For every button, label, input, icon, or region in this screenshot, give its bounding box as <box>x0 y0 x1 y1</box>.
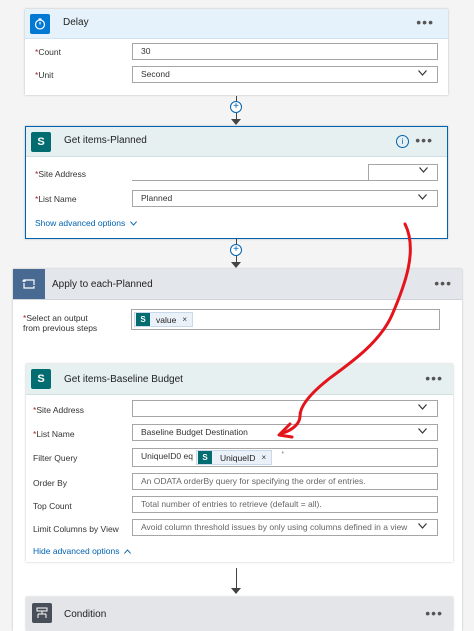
chevron-down-icon <box>418 70 427 76</box>
limit-columns-label: Limit Columns by View <box>33 524 119 534</box>
site-address-select[interactable] <box>132 164 438 181</box>
get-items-planned-card: S Get items-Planned i ••• *Site Address … <box>25 126 448 239</box>
filter-query-suffix: ' <box>282 450 284 460</box>
more-options-icon[interactable]: ••• <box>425 370 443 386</box>
top-count-label: Top Count <box>33 501 72 511</box>
chevron-down-icon <box>418 194 427 200</box>
get-items-planned-header[interactable]: S Get items-Planned i ••• <box>26 127 447 157</box>
condition-card: Condition ••• <box>26 597 453 631</box>
delay-header[interactable]: Delay ••• <box>25 9 448 39</box>
delay-card: Delay ••• *Count 30 *Unit Second <box>25 9 448 95</box>
loop-icon <box>13 269 45 299</box>
sharepoint-icon: S <box>136 313 150 326</box>
hide-advanced-options-link[interactable]: Hide advanced options <box>33 546 131 556</box>
more-options-icon[interactable]: ••• <box>434 275 452 291</box>
select-output-label: *Select an output from previous steps <box>23 313 98 333</box>
get-items-baseline-header[interactable]: S Get items-Baseline Budget ••• <box>26 364 453 395</box>
chevron-down-icon <box>418 404 427 410</box>
count-label: *Count <box>35 47 61 57</box>
show-advanced-options-link[interactable]: Show advanced options <box>35 218 137 228</box>
chevron-up-icon <box>123 549 131 554</box>
unit-select[interactable]: Second <box>132 66 438 83</box>
condition-title: Condition <box>64 609 107 620</box>
condition-icon <box>32 603 52 623</box>
order-by-label: Order By <box>33 478 68 488</box>
condition-header[interactable]: Condition ••• <box>26 597 453 631</box>
top-count-input[interactable]: Total number of entries to retrieve (def… <box>132 496 438 513</box>
add-step-icon[interactable]: + <box>230 101 242 113</box>
list-name-label: *List Name <box>35 194 77 204</box>
chevron-down-icon <box>419 167 428 173</box>
chevron-down-icon <box>129 221 137 226</box>
baseline-list-name-select[interactable]: Baseline Budget Destination <box>132 424 438 441</box>
get-items-baseline-title: Get items-Baseline Budget <box>64 374 183 385</box>
more-options-icon[interactable]: ••• <box>415 132 433 148</box>
order-by-input[interactable]: An ODATA orderBy query for specifying th… <box>132 473 438 490</box>
chevron-down-icon <box>418 428 427 434</box>
baseline-list-name-label: *List Name <box>33 429 75 439</box>
sharepoint-icon: S <box>31 369 51 389</box>
apply-to-each-header[interactable]: Apply to each-Planned ••• <box>13 269 462 300</box>
arrow-down-icon <box>231 262 241 268</box>
uniqueid-token[interactable]: S UniqueID × <box>196 450 273 465</box>
sharepoint-icon: S <box>198 451 212 464</box>
baseline-site-address-label: *Site Address <box>33 405 85 415</box>
arrow-down-icon <box>231 119 241 125</box>
chevron-down-icon <box>418 523 427 529</box>
count-input[interactable]: 30 <box>132 43 438 60</box>
filter-query-input[interactable]: UniqueID0 eq <box>132 448 438 467</box>
limit-columns-select[interactable]: Avoid column threshold issues by only us… <box>132 519 438 536</box>
remove-token-icon[interactable]: × <box>261 453 266 462</box>
more-options-icon[interactable]: ••• <box>416 14 434 30</box>
apply-to-each-card: Apply to each-Planned ••• *Select an out… <box>13 269 462 631</box>
delay-title: Delay <box>63 17 89 28</box>
apply-to-each-title: Apply to each-Planned <box>52 279 153 290</box>
more-options-icon[interactable]: ••• <box>425 605 443 621</box>
connector-line <box>236 568 237 590</box>
list-name-select[interactable]: Planned <box>132 190 438 207</box>
arrow-down-icon <box>231 588 241 594</box>
filter-query-label: Filter Query <box>33 453 78 463</box>
info-icon[interactable]: i <box>396 135 409 148</box>
unit-label: *Unit <box>35 70 54 80</box>
get-items-baseline-card: S Get items-Baseline Budget ••• *Site Ad… <box>26 364 453 562</box>
sharepoint-icon: S <box>31 132 51 152</box>
site-address-label: *Site Address <box>35 169 87 179</box>
value-token[interactable]: S value × <box>134 312 193 327</box>
baseline-site-address-select[interactable] <box>132 400 438 417</box>
remove-token-icon[interactable]: × <box>182 315 187 324</box>
timer-icon <box>30 14 50 34</box>
get-items-planned-title: Get items-Planned <box>64 135 147 146</box>
add-step-icon[interactable]: + <box>230 244 242 256</box>
